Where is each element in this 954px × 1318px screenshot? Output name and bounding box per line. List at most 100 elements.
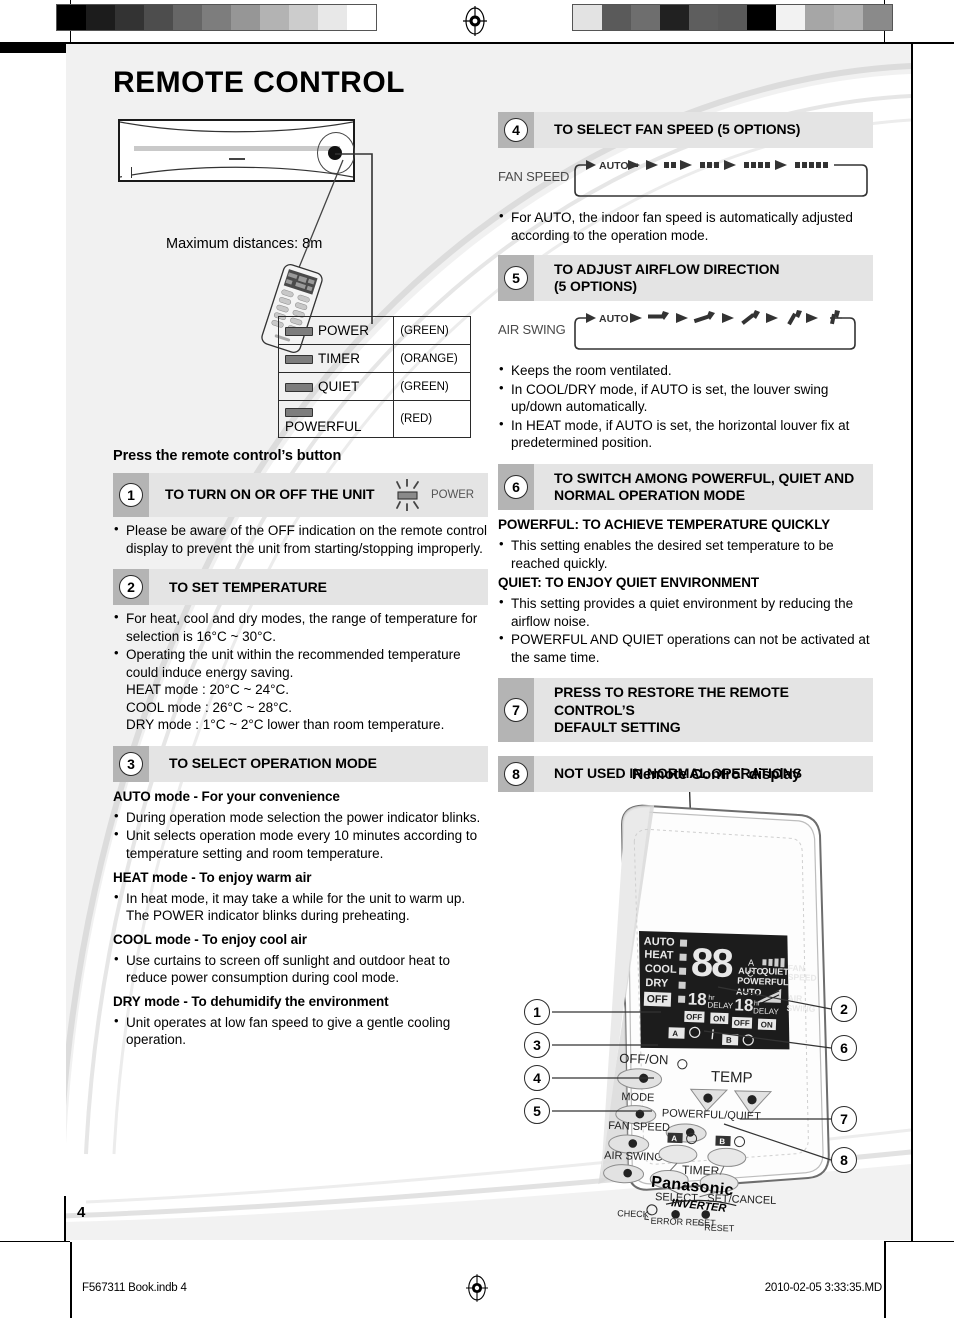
svg-text:QUIET: QUIET <box>761 966 789 977</box>
calibration-patch <box>747 5 776 30</box>
lamp-icon <box>285 326 313 336</box>
section-3-number: 3 <box>113 745 149 782</box>
svg-text:B: B <box>719 1137 725 1146</box>
lamp-icon <box>285 407 313 417</box>
mode-heading: DRY mode - To dehumidify the environment <box>113 993 389 1009</box>
section-1-header[interactable]: 1 TO TURN ON OR OFF THE UNIT POWER <box>113 473 488 517</box>
calibration-patch <box>805 5 834 30</box>
svg-text:ON: ON <box>713 1014 726 1023</box>
registration-target-icon-footer <box>466 1274 488 1302</box>
calibration-patch <box>144 5 173 30</box>
section-1-title-bar: TO TURN ON OR OFF THE UNIT POWER <box>149 473 488 517</box>
section-3-mode-list: AUTO mode - For your convenience During o… <box>113 789 488 1049</box>
section-6-groups: POWERFUL: TO ACHIEVE TEMPERATURE QUICKLY… <box>498 517 873 666</box>
table-row: POWER (GREEN) <box>277 316 471 345</box>
press-button-heading: Press the remote control’s button <box>113 448 342 464</box>
fan-speed-flow-label: FAN SPEED <box>498 169 570 184</box>
section-6-title-bar: TO SWITCH AMONG POWERFUL, QUIET AND NORM… <box>534 463 873 511</box>
footer-timestamp: 2010-02-05 3:33:35.MD <box>764 1282 882 1294</box>
manual-page: REMOTE CONTROL Maximum distances: 8m POW… <box>66 44 911 1240</box>
svg-text:AIR: AIR <box>787 993 802 1004</box>
section-6-header[interactable]: 6 TO SWITCH AMONG POWERFUL, QUIET AND NO… <box>498 463 873 511</box>
svg-text:B: B <box>726 1036 732 1045</box>
section-5-title-line2: (5 OPTIONS) <box>554 278 637 295</box>
fan-speed-flow-row: FAN SPEED AUTO <box>498 155 873 204</box>
air-swing-flow-label: AIR SWING <box>498 322 566 338</box>
calibration-patch <box>347 5 376 30</box>
callout-2: 2 <box>831 996 857 1022</box>
group-bullets: This setting enables the desired set tem… <box>498 536 873 572</box>
svg-text:POWERFUL: POWERFUL <box>737 976 789 988</box>
section-4-number: 4 <box>498 112 534 148</box>
bullet-item: Please be aware of the OFF indication on… <box>113 521 488 557</box>
indicator-name-cell: POWER <box>277 316 395 345</box>
section-6-title-line2: NORMAL OPERATION MODE <box>554 487 746 504</box>
indicator-label: POWERFUL <box>285 419 362 434</box>
page-right-rule <box>911 42 913 1242</box>
table-row: TIMER (ORANGE) <box>277 344 471 373</box>
indicator-name-cell: TIMER <box>277 344 395 373</box>
group-heading: POWERFUL: TO ACHIEVE TEMPERATURE QUICKLY <box>498 517 831 533</box>
section-7-header[interactable]: 7 PRESS TO RESTORE THE REMOTE CONTROL’S … <box>498 678 873 742</box>
svg-text:OFF/ON: OFF/ON <box>619 1051 669 1068</box>
section-5-title-bar: TO ADJUST AIRFLOW DIRECTION (5 OPTIONS) <box>534 255 873 302</box>
section-1-icon-label: POWER <box>431 488 474 501</box>
bullet-item: For heat, cool and dry modes, the range … <box>113 609 488 645</box>
svg-text:AIR SWING: AIR SWING <box>604 1150 663 1164</box>
section-1-number: 1 <box>113 473 149 517</box>
svg-text:18: 18 <box>687 989 707 1009</box>
air-swing-flow-row: AIR SWING AUTO <box>498 308 873 357</box>
section-5-bullets: Keeps the room ventilated.In COOL/DRY mo… <box>498 361 873 452</box>
indicator-lamp-table: POWER (GREEN) TIMER (ORANGE) QUIET (GREEN) POW… <box>277 316 471 438</box>
calibration-patch <box>173 5 202 30</box>
svg-text:18: 18 <box>734 995 754 1015</box>
section-4-title: TO SELECT FAN SPEED (5 OPTIONS) <box>554 121 801 138</box>
section-7-title-line1: PRESS TO RESTORE THE REMOTE CONTROL’S <box>554 684 789 718</box>
bullet-item: Operating the unit within the recommende… <box>113 645 488 734</box>
unit-left-edge <box>122 167 132 178</box>
svg-text:OFF: OFF <box>647 993 669 1006</box>
indicator-color-cell: (GREEN) <box>393 372 471 401</box>
group-heading: QUIET: TO ENJOY QUIET ENVIRONMENT <box>498 575 759 591</box>
section-2-title-bar: TO SET TEMPERATURE <box>149 569 488 606</box>
calibration-patch <box>834 5 863 30</box>
svg-text:DELAY: DELAY <box>707 1001 734 1011</box>
bullet-item: POWERFUL AND QUIET operations can not be… <box>498 630 873 666</box>
section-8-number: 8 <box>498 755 534 792</box>
svg-text:RESET: RESET <box>704 1222 735 1233</box>
section-3-header[interactable]: 3 TO SELECT OPERATION MODE <box>113 745 488 782</box>
calibration-patch <box>57 5 86 30</box>
section-3-title: TO SELECT OPERATION MODE <box>169 755 377 772</box>
section-5-header[interactable]: 5 TO ADJUST AIRFLOW DIRECTION (5 OPTIONS… <box>498 255 873 302</box>
calibration-patch <box>573 5 602 30</box>
section-4-header[interactable]: 4 TO SELECT FAN SPEED (5 OPTIONS) <box>498 112 873 148</box>
bullet-item: In COOL/DRY mode, if AUTO is set, the lo… <box>498 380 873 416</box>
calibration-patch <box>863 5 892 30</box>
page-edge-marker <box>0 44 66 53</box>
unit-louver-band <box>134 146 340 151</box>
page-title: REMOTE CONTROL <box>113 66 405 99</box>
section-7-title-bar: PRESS TO RESTORE THE REMOTE CONTROL’S DE… <box>534 678 873 742</box>
calibration-patch <box>689 5 718 30</box>
calibration-patch <box>260 5 289 30</box>
bullet-subline: COOL mode : 26°C ~ 28°C. <box>126 699 292 715</box>
svg-text:88: 88 <box>690 941 734 986</box>
section-2-number: 2 <box>113 569 149 606</box>
registration-target-icon <box>463 6 487 36</box>
svg-text:A: A <box>672 1029 678 1038</box>
group-bullets: This setting provides a quiet environmen… <box>498 594 873 666</box>
bullet-item: Keeps the room ventilated. <box>498 361 873 380</box>
svg-text:OFF: OFF <box>734 1018 750 1028</box>
section-2-title: TO SET TEMPERATURE <box>169 578 327 595</box>
indicator-name-cell: POWERFUL <box>277 400 395 438</box>
section-6-title-line1: TO SWITCH AMONG POWERFUL, QUIET AND <box>554 469 855 486</box>
mode-heading: COOL mode - To enjoy cool air <box>113 931 307 947</box>
bullet-item: Unit selects operation mode every 10 min… <box>113 826 488 862</box>
section-2-header[interactable]: 2 TO SET TEMPERATURE <box>113 569 488 606</box>
section-4-bullets: For AUTO, the indoor fan speed is automa… <box>498 208 873 244</box>
remote-display-caption: Remote Control display <box>632 766 801 783</box>
footer-rule-v-left <box>70 1242 72 1318</box>
bullet-item: In HEAT mode, if AUTO is set, the horizo… <box>498 416 873 452</box>
svg-text:ON: ON <box>761 1020 774 1029</box>
lamp-icon <box>285 382 313 392</box>
